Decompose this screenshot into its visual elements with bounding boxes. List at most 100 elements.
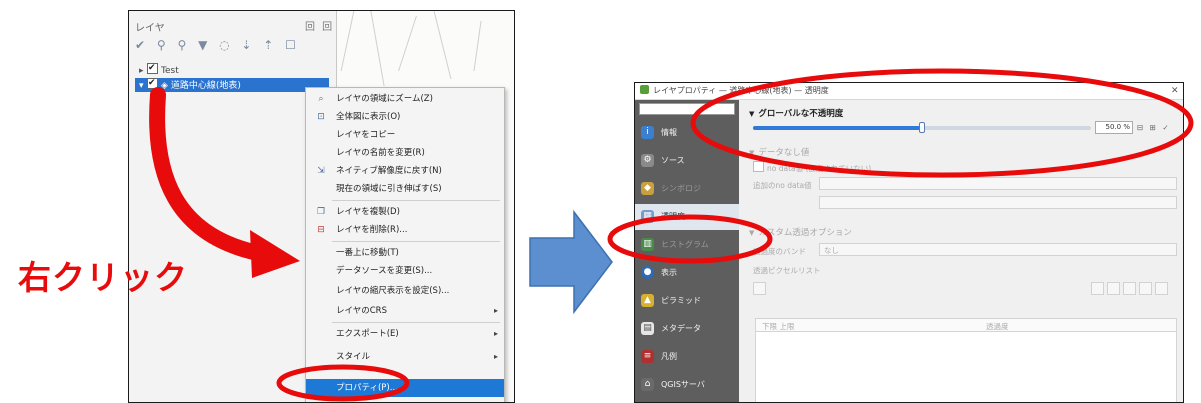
transparent-pixels-label: 透過ピクセルリスト	[753, 266, 821, 275]
menu-stretch-to-extent[interactable]: 現在の領域に引き伸ばす(S)	[306, 180, 504, 198]
checkbox-label: no data値 (設定されていない)	[767, 164, 872, 173]
sidebar-item-rendering[interactable]: ● 表示	[635, 260, 739, 286]
column-header[interactable]: 下限 上限	[762, 321, 794, 332]
sidebar-item-qgis-server[interactable]: ⌂ QGISサーバ	[635, 372, 739, 398]
menu-show-in-overview[interactable]: ⊡ 全体図に表示(O)	[306, 108, 504, 126]
export-file-button[interactable]	[1155, 282, 1168, 295]
opacity-slider-handle[interactable]	[919, 122, 925, 133]
histogram-icon: ▥	[641, 238, 654, 251]
zoom-icon: ⌕	[318, 94, 324, 104]
sidebar-item-label: シンボロジ	[661, 184, 701, 193]
menu-change-data-source[interactable]: データソースを変更(S)...	[306, 262, 504, 280]
map-contour	[370, 11, 385, 86]
flow-arrow-icon	[529, 209, 613, 315]
spinbox-buttons[interactable]: ⊟ ⊞ ✓	[1137, 121, 1171, 134]
menu-label: レイヤをコピー	[336, 130, 396, 140]
layers-toolbar[interactable]: ✔ ⚲ ⚲ ▼ ◌ ⇣ ⇡ ☐	[135, 38, 300, 56]
custom-transparency-section[interactable]: ▼ カスタム透過オプション	[749, 226, 852, 238]
collapse-icon: ▼	[749, 229, 755, 237]
menu-separator	[332, 200, 500, 201]
sidebar-item-transparency[interactable]: ▦ 透明度	[635, 204, 739, 230]
menu-remove-layer[interactable]: ⊟ レイヤを削除(R)...	[306, 221, 504, 239]
extra-nodata-label: 追加のno data値	[753, 181, 812, 190]
sidebar-item-label: ピラミッド	[661, 296, 701, 305]
sidebar-item-source[interactable]: ⚙ ソース	[635, 148, 739, 174]
global-opacity-section[interactable]: ▼ グローバルな不透明度	[749, 107, 843, 119]
info-icon: i	[641, 126, 654, 139]
sidebar-item-metadata[interactable]: ▤ メタデータ	[635, 316, 739, 342]
menu-copy-layer[interactable]: レイヤをコピー	[306, 126, 504, 144]
qgis-server-icon: ⌂	[641, 378, 654, 391]
group-label: Test	[161, 66, 179, 76]
sidebar-item-histogram[interactable]: ▥ ヒストグラム	[635, 232, 739, 258]
layer-visibility-checkbox[interactable]: ✔	[147, 78, 158, 89]
import-file-button[interactable]	[1139, 282, 1152, 295]
opacity-slider[interactable]	[753, 122, 1091, 133]
opacity-spinbox[interactable]: 50.0 %	[1095, 121, 1133, 134]
menu-duplicate-layer[interactable]: ❐ レイヤを複製(D)	[306, 203, 504, 221]
extra-nodata-input[interactable]	[819, 177, 1177, 190]
rendering-icon: ●	[641, 266, 654, 279]
close-icon[interactable]: ✕	[1171, 83, 1179, 99]
section-title: データなし値	[758, 148, 810, 158]
sidebar-item-label: 凡例	[661, 352, 677, 361]
sidebar-item-information[interactable]: i 情報	[635, 120, 739, 146]
dialog-title: レイヤプロパティ — 道路中心線(地表) — 透明度	[653, 86, 829, 95]
sidebar-item-label: 透明度	[661, 212, 685, 221]
sidebar-item-label: ヒストグラム	[661, 240, 709, 249]
menu-rename-layer[interactable]: レイヤの名前を変更(R)	[306, 144, 504, 162]
nodata-checkbox[interactable]: no data値 (設定されていない)	[753, 161, 871, 174]
sidebar-search-input[interactable]	[639, 103, 735, 115]
menu-label: レイヤのCRS	[336, 306, 387, 316]
transparency-band-select[interactable]: なし	[819, 243, 1177, 256]
pixel-table-header: 下限 上限 透過度	[755, 318, 1177, 332]
dialog-titlebar: レイヤプロパティ — 道路中心線(地表) — 透明度	[635, 83, 1183, 100]
qgis-logo-icon	[640, 85, 649, 94]
menu-label: スタイル	[336, 352, 371, 362]
menu-label: 現在の領域に引き伸ばす(S)	[336, 184, 442, 194]
group-visibility-checkbox[interactable]: ✔	[147, 63, 158, 74]
menu-zoom-to-layer[interactable]: ⌕ レイヤの領域にズーム(Z)	[306, 90, 504, 108]
column-header[interactable]: 透過度	[986, 321, 1009, 332]
menu-label: レイヤの縮尺表示を設定(S)...	[336, 286, 450, 296]
menu-properties[interactable]: プロパティ(P)...	[306, 379, 504, 397]
sidebar-item-label: メタデータ	[661, 324, 701, 333]
source-icon: ⚙	[641, 154, 654, 167]
panel-float-close-icons[interactable]: 回 回	[305, 18, 334, 33]
nodata-dropdown[interactable]	[819, 196, 1177, 209]
layer-group-row[interactable]: ▸ ✔ Test	[139, 63, 179, 77]
opacity-slider-fill	[753, 126, 922, 130]
collapse-icon[interactable]: ▾	[139, 79, 147, 93]
menu-export[interactable]: エクスポート(E) ▸	[306, 325, 504, 343]
qgis-layers-screenshot: レイヤ 回 回 ✔ ⚲ ⚲ ▼ ◌ ⇣ ⇡ ☐ ▸ ✔ Test ▾ ✔ ◈ 道路中心線(…	[128, 10, 515, 403]
add-value-manual-button[interactable]	[1091, 282, 1104, 295]
menu-styles[interactable]: スタイル ▸	[306, 348, 504, 366]
sidebar-item-pyramids[interactable]: ▲ ピラミッド	[635, 288, 739, 314]
right-click-label: 右クリック	[18, 258, 188, 297]
sidebar-item-legend[interactable]: ≡ 凡例	[635, 344, 739, 370]
transparency-page: ▼ グローバルな不透明度 50.0 % ⊟ ⊞ ✓ ▼ データなし値 no data…	[739, 100, 1183, 402]
sidebar-item-symbology[interactable]: ◆ シンボロジ	[635, 176, 739, 202]
expand-icon[interactable]: ▸	[139, 64, 147, 78]
selected-layer-row[interactable]: ▾ ✔ ◈ 道路中心線(地表)	[135, 78, 329, 92]
menu-separator	[332, 322, 500, 323]
collapse-icon: ▼	[749, 149, 755, 157]
menu-move-to-top[interactable]: 一番上に移動(T)	[306, 244, 504, 262]
remove-value-button[interactable]	[1107, 282, 1120, 295]
menu-native-resolution[interactable]: ⇲ ネイティブ解像度に戻す(N)	[306, 162, 504, 180]
menu-layer-crs[interactable]: レイヤのCRS ▸	[306, 302, 504, 320]
layer-context-menu: ⌕ レイヤの領域にズーム(Z) ⊡ 全体図に表示(O) レイヤをコピー レイヤの名前…	[305, 87, 505, 402]
menu-label: データソースを変更(S)...	[336, 266, 433, 276]
menu-set-scale-visibility[interactable]: レイヤの縮尺表示を設定(S)...	[306, 282, 504, 300]
pixel-table-body[interactable]	[755, 332, 1177, 402]
submenu-arrow-icon: ▸	[493, 306, 498, 315]
map-contour	[473, 21, 482, 71]
layer-properties-screenshot: レイヤプロパティ — 道路中心線(地表) — 透明度 ✕ i 情報 ⚙ ソース ◆ シ…	[634, 82, 1184, 403]
menu-label: レイヤの領域にズーム(Z)	[336, 94, 433, 104]
remove-layer-icon: ⊟	[317, 225, 325, 235]
menu-label: ネイティブ解像度に戻す(N)	[336, 166, 442, 176]
default-values-button[interactable]	[1123, 282, 1136, 295]
add-value-button[interactable]	[753, 282, 766, 295]
map-contour	[398, 16, 417, 71]
nodata-section[interactable]: ▼ データなし値	[749, 146, 809, 158]
